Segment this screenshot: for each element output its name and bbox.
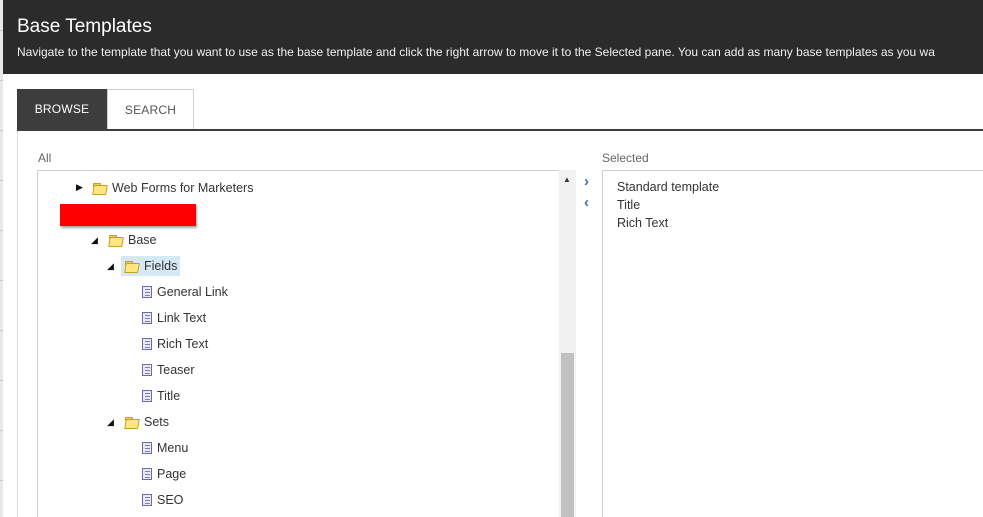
tree-node-seo[interactable]: SEO <box>142 490 183 510</box>
tree-node-menu[interactable]: Menu <box>142 438 188 458</box>
tree-node-label: Sets <box>144 415 170 429</box>
selected-item[interactable]: Standard template <box>617 180 719 194</box>
tree-node-label: Link Text <box>157 311 207 325</box>
tab-underline <box>17 129 983 131</box>
tree-node-web-forms[interactable]: Web Forms for Marketers <box>93 178 253 198</box>
folder-icon <box>93 182 107 194</box>
tab-search[interactable]: SEARCH <box>107 89 194 130</box>
template-field-icon <box>142 468 152 480</box>
tree-scrollbar[interactable]: ▲ <box>559 170 576 517</box>
selected-item[interactable]: Title <box>617 198 640 212</box>
dialog-title: Base Templates <box>17 16 152 37</box>
folder-icon <box>125 416 139 428</box>
tree-node-label: Page <box>157 467 187 481</box>
tree-node-label: General Link <box>157 285 228 299</box>
tree-node-fields[interactable]: Fields <box>121 256 181 276</box>
template-field-icon <box>142 494 152 506</box>
tree-node-teaser[interactable]: Teaser <box>142 360 195 380</box>
dialog-description: Navigate to the template that you want t… <box>17 45 935 59</box>
folder-icon <box>125 260 139 272</box>
collapse-arrow-icon[interactable]: ◢ <box>91 235 98 246</box>
expand-arrow-icon[interactable]: ▶ <box>76 182 83 193</box>
selected-item[interactable]: Rich Text <box>617 216 668 230</box>
tree-node-title[interactable]: Title <box>142 386 180 406</box>
selected-pane-label: Selected <box>602 151 649 165</box>
remove-from-selected-button[interactable]: ‹ <box>584 195 589 210</box>
tree-node-label: Menu <box>157 441 189 455</box>
selected-list[interactable]: Standard template Title Rich Text <box>602 170 983 517</box>
tree-node-label: Teaser <box>157 363 195 377</box>
folder-icon <box>109 234 123 246</box>
add-to-selected-button[interactable]: › <box>584 174 589 189</box>
tree-node-label: Rich Text <box>157 337 209 351</box>
tab-browse[interactable]: BROWSE <box>17 89 107 130</box>
template-field-icon <box>142 312 152 324</box>
tree-node-page[interactable]: Page <box>142 464 186 484</box>
template-field-icon <box>142 338 152 350</box>
all-pane-label: All <box>38 151 52 165</box>
template-field-icon <box>142 286 152 298</box>
panel-left-border <box>17 131 18 517</box>
collapse-arrow-icon[interactable]: ◢ <box>107 261 114 272</box>
tree-node-label: Title <box>157 389 181 403</box>
tree-node-link-text[interactable]: Link Text <box>142 308 206 328</box>
tree-node-general-link[interactable]: General Link <box>142 282 228 302</box>
dialog-header: Base Templates Navigate to the template … <box>3 0 983 74</box>
tree-node-label: Web Forms for Marketers <box>112 181 254 195</box>
template-field-icon <box>142 364 152 376</box>
tree-node-label: Fields <box>144 259 178 273</box>
redacted-block <box>60 204 196 226</box>
tree-node-label: SEO <box>157 493 184 507</box>
template-field-icon <box>142 442 152 454</box>
tree-node-sets[interactable]: Sets <box>125 412 169 432</box>
template-field-icon <box>142 390 152 402</box>
page-edge <box>0 0 3 517</box>
scroll-up-arrow-icon[interactable]: ▲ <box>563 175 571 184</box>
tree-node-base[interactable]: Base <box>109 230 157 250</box>
tree-node-label: Base <box>128 233 157 247</box>
scroll-thumb[interactable] <box>561 353 574 517</box>
collapse-arrow-icon[interactable]: ◢ <box>107 417 114 428</box>
tree-node-rich-text[interactable]: Rich Text <box>142 334 208 354</box>
